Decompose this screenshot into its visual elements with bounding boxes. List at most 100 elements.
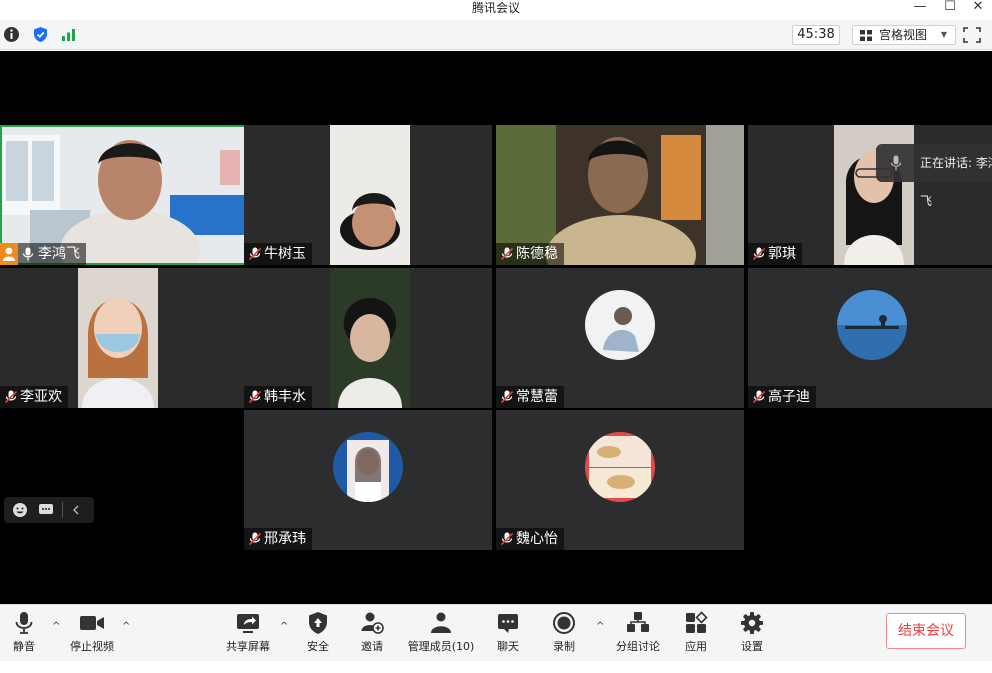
participant-tile[interactable]: 邢承玮	[244, 410, 492, 550]
settings-label: 设置	[741, 640, 763, 653]
record-options-caret[interactable]: ^	[596, 621, 604, 632]
chevron-down-icon: ▼	[940, 30, 947, 39]
stop-video-button[interactable]: 停止视频	[64, 609, 120, 659]
share-screen-icon	[237, 614, 259, 633]
mute-label: 静音	[13, 640, 35, 653]
participant-name-tag: 陈德稳	[496, 243, 564, 265]
breakout-rooms-label: 分组讨论	[616, 640, 660, 653]
video-camera-icon	[80, 616, 104, 630]
participant-name: 常慧蕾	[516, 389, 558, 405]
participant-video-feed	[330, 125, 410, 265]
mic-muted-icon	[753, 247, 765, 261]
mic-muted-icon	[501, 532, 513, 546]
avatar	[585, 290, 655, 360]
participant-video-feed	[78, 268, 158, 408]
meeting-toolbar: 静音 ^ 停止视频 ^ 共享屏幕 ^ 安全 邀请 管理成员(10) 聊天 录制 …	[0, 604, 992, 661]
view-mode-dropdown[interactable]: 宫格视图 ▼	[852, 25, 956, 45]
security-label: 安全	[307, 640, 329, 653]
apps-label: 应用	[685, 640, 707, 653]
security-button[interactable]: 安全	[298, 609, 338, 659]
host-badge	[0, 243, 18, 265]
participant-name: 魏心怡	[516, 531, 558, 547]
apps-icon	[686, 611, 708, 633]
mic-muted-icon	[501, 390, 513, 404]
person-silhouette	[78, 268, 158, 408]
avatar	[837, 290, 907, 360]
video-grid: 李鸿飞 牛树玉 陈德稳 郭琪 李亚欢 韩丰水 常慧蕾 高子迪 邢承玮 魏心怡 正…	[0, 51, 992, 604]
info-icon[interactable]	[3, 26, 20, 43]
participant-video-feed	[330, 268, 410, 408]
chat-bubble-icon[interactable]	[38, 503, 54, 517]
person-silhouette	[330, 268, 410, 408]
mic-on-icon	[22, 247, 34, 261]
mic-muted-icon	[249, 532, 261, 546]
manage-members-button[interactable]: 管理成员(10)	[404, 609, 478, 659]
participant-name-tag: 李鸿飞	[0, 243, 86, 265]
share-screen-button[interactable]: 共享屏幕	[222, 609, 274, 659]
avatar-image	[333, 432, 403, 502]
chat-label: 聊天	[497, 640, 519, 653]
mic-muted-icon	[249, 247, 261, 261]
participant-name: 陈德稳	[516, 246, 558, 262]
participant-tile[interactable]: 常慧蕾	[496, 268, 744, 408]
participant-tile[interactable]: 韩丰水	[244, 268, 492, 408]
minimize-button[interactable]: —	[908, 0, 932, 18]
participant-tile[interactable]: 李亚欢	[0, 268, 248, 408]
participant-name: 李亚欢	[20, 389, 62, 405]
video-options-caret[interactable]: ^	[122, 621, 130, 632]
meeting-timer: 45:38	[792, 25, 840, 45]
participant-tile[interactable]: 陈德稳	[496, 125, 744, 265]
participant-name: 李鸿飞	[38, 246, 80, 262]
emoji-icon[interactable]	[12, 502, 28, 518]
chat-button[interactable]: 聊天	[488, 609, 528, 659]
microphone-icon	[15, 612, 33, 634]
share-options-caret[interactable]: ^	[280, 621, 288, 632]
chevron-left-icon[interactable]	[72, 505, 80, 515]
participant-tile[interactable]: 牛树玉	[244, 125, 492, 265]
record-label: 录制	[553, 640, 575, 653]
view-mode-label: 宫格视图	[879, 28, 928, 42]
breakout-rooms-button[interactable]: 分组讨论	[612, 609, 664, 659]
tencent-meeting-window: 腾讯会议 — ☐ ✕ 45:38 宫格视图 ▼ 李鸿飞 牛树玉 陈德稳 郭琪 李…	[0, 0, 992, 673]
speaking-indicator: 正在讲话: 李鸿飞	[876, 144, 992, 208]
network-signal-icon[interactable]	[60, 26, 77, 43]
participant-name: 高子迪	[768, 389, 810, 405]
record-button[interactable]: 录制	[544, 609, 584, 659]
mic-muted-icon	[249, 390, 261, 404]
avatar-image	[585, 290, 655, 360]
members-icon	[431, 612, 451, 633]
shield-icon	[309, 612, 327, 634]
record-icon	[553, 612, 575, 634]
end-meeting-button[interactable]: 结束会议	[886, 613, 966, 649]
participant-name-tag: 李亚欢	[0, 386, 68, 408]
participant-name: 牛树玉	[264, 246, 306, 262]
participant-name-tag: 郭琪	[748, 243, 802, 265]
reaction-bar	[4, 497, 94, 523]
avatar	[585, 432, 655, 502]
close-button[interactable]: ✕	[966, 0, 990, 18]
maximize-button[interactable]: ☐	[938, 0, 962, 18]
divider	[62, 502, 63, 518]
avatar-image	[585, 432, 655, 502]
participant-name-tag: 常慧蕾	[496, 386, 564, 408]
mute-button[interactable]: 静音	[4, 609, 44, 659]
title-bar: 腾讯会议 — ☐ ✕	[0, 0, 992, 20]
invite-button[interactable]: 邀请	[352, 609, 392, 659]
apps-button[interactable]: 应用	[676, 609, 716, 659]
participant-name-tag: 邢承玮	[244, 528, 312, 550]
participant-name-tag: 高子迪	[748, 386, 816, 408]
participant-name: 邢承玮	[264, 531, 306, 547]
security-shield-icon[interactable]	[32, 26, 49, 43]
fullscreen-icon[interactable]	[962, 26, 982, 44]
mic-options-caret[interactable]: ^	[52, 621, 60, 632]
settings-button[interactable]: 设置	[732, 609, 772, 659]
participant-tile[interactable]: 李鸿飞	[0, 125, 248, 265]
participant-tile[interactable]: 高子迪	[748, 268, 992, 408]
participant-name: 郭琪	[768, 246, 796, 262]
participant-tile[interactable]: 魏心怡	[496, 410, 744, 550]
grid-view-icon	[860, 30, 872, 41]
window-bottom-edge	[0, 661, 992, 673]
share-screen-label: 共享屏幕	[226, 640, 270, 653]
meeting-top-bar: 45:38 宫格视图 ▼	[0, 20, 992, 50]
avatar-image	[837, 290, 907, 360]
